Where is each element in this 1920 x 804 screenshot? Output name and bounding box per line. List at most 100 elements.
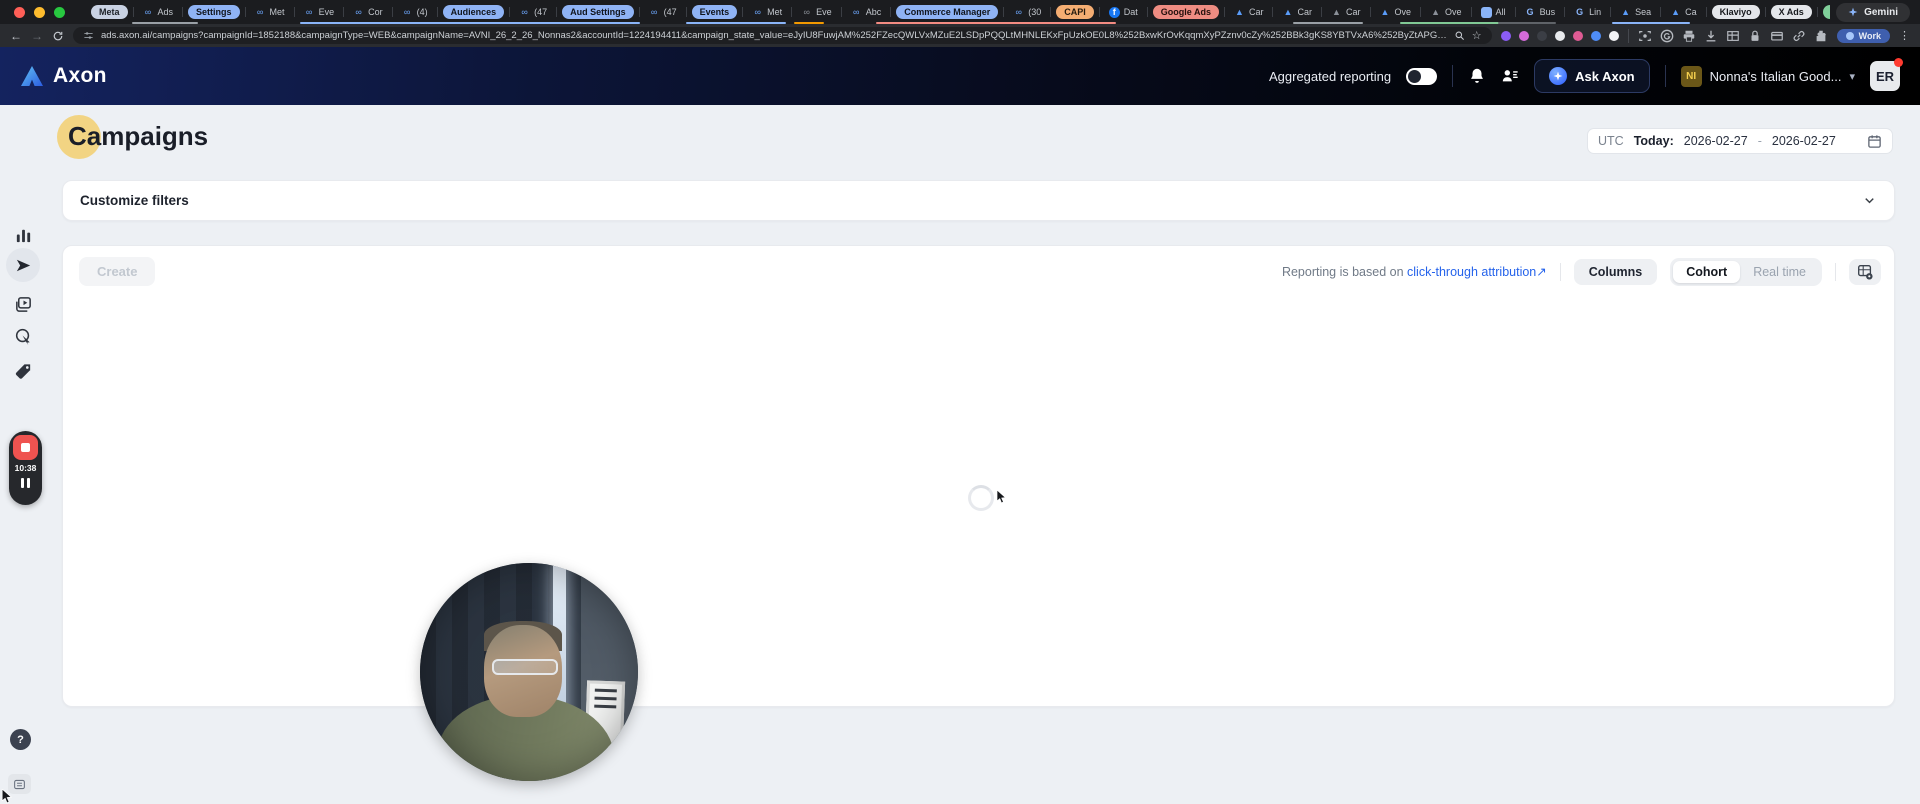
browser-tab[interactable]: ▲ Ove [1426,6,1466,19]
extension-icon[interactable] [1554,30,1565,41]
profile-chip[interactable]: Work [1836,28,1890,43]
browser-tab[interactable]: ∞ Eve [797,6,836,19]
forward-icon[interactable]: → [31,30,43,42]
browser-tab[interactable]: ∞ (30 [1009,6,1045,19]
browser-tab[interactable]: ▲ Sea [1616,6,1655,19]
download-icon[interactable] [1704,29,1718,43]
ask-axon-sparkle-icon [1549,67,1568,85]
profile-avatar [1845,31,1854,40]
tab-group-events[interactable]: Events [691,5,738,19]
browser-tab[interactable]: G Lin [1570,6,1605,19]
browser-tab[interactable]: ▲ Ca [1666,6,1701,19]
aggregated-reporting-toggle[interactable] [1406,67,1438,85]
browser-tab[interactable]: ∞ (47 [645,6,681,19]
sidebar-item-tags[interactable] [6,354,40,388]
extension-icon[interactable] [1500,30,1511,41]
extension-icon[interactable] [1608,30,1619,41]
lock-icon[interactable] [1748,29,1762,43]
address-bar[interactable]: ads.axon.ai/campaigns?campaignId=1852188… [73,27,1492,44]
print-icon[interactable] [1682,29,1696,43]
close-window-button[interactable] [14,6,25,18]
link-icon[interactable] [1792,29,1806,43]
browser-tab[interactable]: ∞ Eve [300,6,339,19]
calendar-icon[interactable] [1867,134,1882,149]
user-avatar[interactable]: ER [1870,58,1903,91]
realtime-tab[interactable]: Real time [1740,261,1819,283]
url-text[interactable]: ads.axon.ai/campaigns?campaignId=1852188… [101,30,1447,41]
tab-group-audiences[interactable]: Audiences [442,5,505,19]
notifications-bell-icon[interactable] [1468,67,1486,85]
tab-group-shopify[interactable]: Shopify [1822,5,1831,19]
tab-group-aud-settings[interactable]: Aud Settings [562,5,634,19]
meta-favicon: ∞ [650,6,658,17]
extension-icon[interactable] [1518,30,1529,41]
ask-axon-button[interactable]: Ask Axon [1534,59,1650,93]
create-button[interactable]: Create [79,257,156,286]
browser-tab[interactable]: G Bus [1521,6,1560,19]
gemini-button[interactable]: Gemini [1836,2,1910,22]
site-settings-icon[interactable] [83,30,94,41]
axon-logo[interactable]: Axon [20,64,107,88]
bars-icon [16,229,30,242]
grammarly-icon[interactable] [1660,29,1674,43]
gads-favicon: ▲ [1380,6,1390,17]
reload-icon[interactable] [52,30,64,42]
tab-group-meta[interactable]: Meta [91,5,128,19]
browser-tab[interactable]: ∞ Cor [349,6,387,19]
puzzle-icon[interactable] [1814,29,1828,43]
filters-chevron-down-icon[interactable] [1862,193,1877,208]
attribution-link[interactable]: click-through attribution↗ [1407,265,1547,279]
notification-dot [1894,58,1903,67]
toolbar-divider [1835,262,1836,281]
browser-tab[interactable]: ▲ Car [1278,6,1316,19]
browser-tab[interactable]: f Dat [1105,6,1142,19]
browser-menu-icon[interactable]: ⋮ [1899,29,1910,42]
tab-group-settings[interactable]: Settings [188,5,240,19]
help-button[interactable]: ? [10,729,31,750]
sidebar-item-analytics[interactable] [6,218,40,252]
browser-tab[interactable]: ▲ Ove [1376,6,1416,19]
pause-recording-button[interactable] [19,476,32,490]
columns-button[interactable]: Columns [1573,258,1658,285]
workspace-selector[interactable]: NI Nonna's Italian Good... ▾ [1680,65,1855,87]
browser-tab[interactable]: All [1477,6,1510,19]
screenshot-icon[interactable] [1638,29,1652,43]
sidebar-item-creatives[interactable] [6,287,40,321]
extension-icon[interactable] [1572,30,1583,41]
customize-filters-bar[interactable]: Customize filters [62,180,1895,221]
back-icon[interactable]: ← [10,30,22,42]
browser-tab[interactable]: ▲ Car [1230,6,1268,19]
cohort-tab[interactable]: Cohort [1673,260,1741,283]
date-range-picker[interactable]: UTC Today: 2026-02-27 - 2026-02-27 [1587,128,1893,154]
table-icon[interactable] [1726,29,1740,43]
browser-tab[interactable]: ▲ Car [1327,6,1365,19]
browser-tab[interactable]: ∞ (4) [398,6,432,19]
browser-tab[interactable]: ∞ Abc [847,6,886,19]
tab-group-capi[interactable]: CAPI [1056,5,1094,19]
webcam-overlay[interactable] [420,563,638,781]
tab-group-commerce-manager[interactable]: Commerce Manager [896,5,999,19]
sidebar-item-campaigns[interactable] [6,248,40,282]
tab-group-x-ads[interactable]: X Ads [1770,5,1812,19]
user-list-icon[interactable] [1501,67,1519,85]
stop-recording-button[interactable] [13,435,38,460]
bookmark-star-icon[interactable]: ☆ [1472,29,1482,42]
browser-tab[interactable]: ∞ Ads [139,6,178,19]
browser-tab[interactable]: ∞ (47 [515,6,551,19]
extension-icon[interactable] [1590,30,1601,41]
extension-icon[interactable] [1536,30,1547,41]
tab-group-google-ads[interactable]: Google Ads [1152,5,1219,19]
maximize-window-button[interactable] [54,6,65,18]
minimize-window-button[interactable] [34,6,45,18]
browser-tab[interactable]: ∞ Met [748,6,786,19]
table-settings-button[interactable] [1849,258,1881,285]
date-start: 2026-02-27 [1683,134,1748,148]
browser-tab[interactable]: ∞ Met [251,6,289,19]
tab-group-klaviyo[interactable]: Klaviyo [1711,5,1760,19]
tab-separator [1098,7,1100,17]
zoom-search-icon[interactable] [1454,30,1465,41]
tab-separator [182,7,184,17]
card-icon[interactable] [1770,29,1784,43]
sidebar-item-tracking[interactable] [6,319,40,353]
tab-separator [293,7,295,17]
